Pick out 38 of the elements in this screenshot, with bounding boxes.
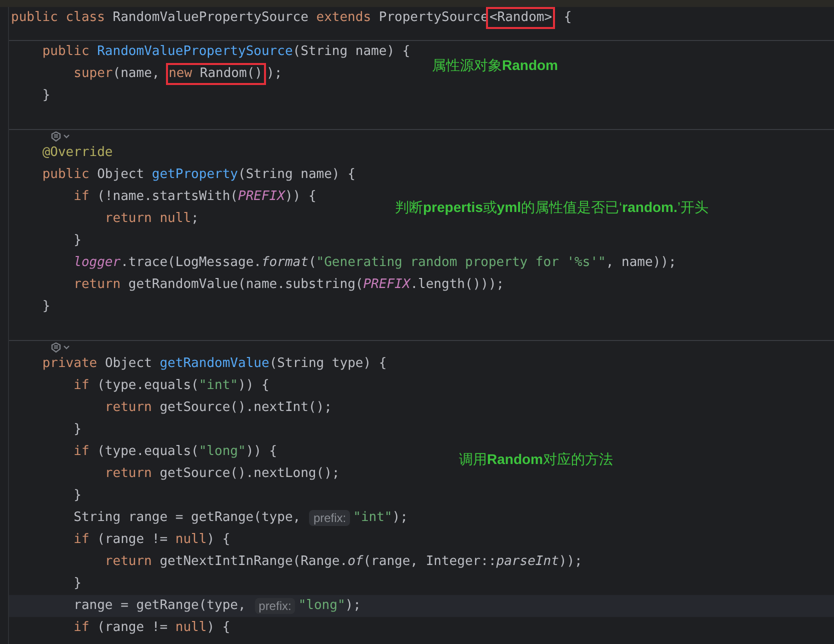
- parameter-hint: prefix:: [309, 510, 350, 526]
- code-text: if (type.equals("long")) {: [74, 443, 278, 461]
- code-text: }: [74, 487, 82, 505]
- highlight-box: new Random(): [168, 65, 264, 83]
- annotation-note: 判断prepertis或yml的属性值是否已‘random.’开头: [395, 198, 709, 216]
- code-text: "int");: [353, 509, 408, 527]
- code-text: return getSource().nextLong();: [104, 465, 340, 483]
- annotation-note: 调用Random对应的方法: [459, 450, 613, 468]
- code-text: return null;: [104, 210, 199, 228]
- gutter-icon[interactable]: [50, 131, 72, 142]
- code-text: return getSource().nextInt();: [104, 399, 332, 417]
- code-text: }: [42, 298, 50, 316]
- parameter-hint: prefix:: [254, 598, 296, 614]
- code-text: String range = getRange(type,: [74, 509, 302, 527]
- code-text: if (!name.startsWith(PREFIX)) {: [74, 188, 316, 206]
- code-text: public RandomValuePropertySource(String name) {: [42, 43, 410, 61]
- highlight-box: <Random>: [488, 9, 554, 27]
- code-text: @Override: [42, 144, 113, 162]
- code-text: }: [74, 232, 82, 250]
- code-text: public class RandomValuePropertySource extends PropertySource: [11, 9, 488, 27]
- code-text: if (range != null) {: [74, 531, 230, 549]
- code-text: }: [74, 421, 82, 439]
- code-text: return getNextIntInRange(Range.of(range, Integer::parseInt));: [104, 553, 582, 571]
- code-text: range = getRange(type,: [74, 597, 247, 615]
- code-text: {: [562, 9, 572, 27]
- code-text: if (range != null) {: [74, 619, 230, 637]
- code-text: return getRandomValue(name.substring(PREFIX.length()));: [74, 276, 504, 294]
- code-text: );: [266, 65, 282, 83]
- code-text: }: [74, 575, 82, 593]
- code-text: }: [42, 87, 50, 105]
- code-text: private Object getRandomValue(String type) {: [42, 355, 387, 373]
- code-text: if (type.equals("int")) {: [74, 377, 270, 395]
- code-text: super(name,: [74, 65, 161, 83]
- annotation-note: 属性源对象Random: [432, 56, 558, 74]
- gutter-icon[interactable]: [50, 342, 72, 353]
- code-text: public Object getProperty(String name) {: [42, 166, 356, 184]
- code-text: logger.trace(LogMessage.format("Generating random property for '%s'", name));: [74, 254, 676, 272]
- code-text: "long");: [298, 597, 361, 615]
